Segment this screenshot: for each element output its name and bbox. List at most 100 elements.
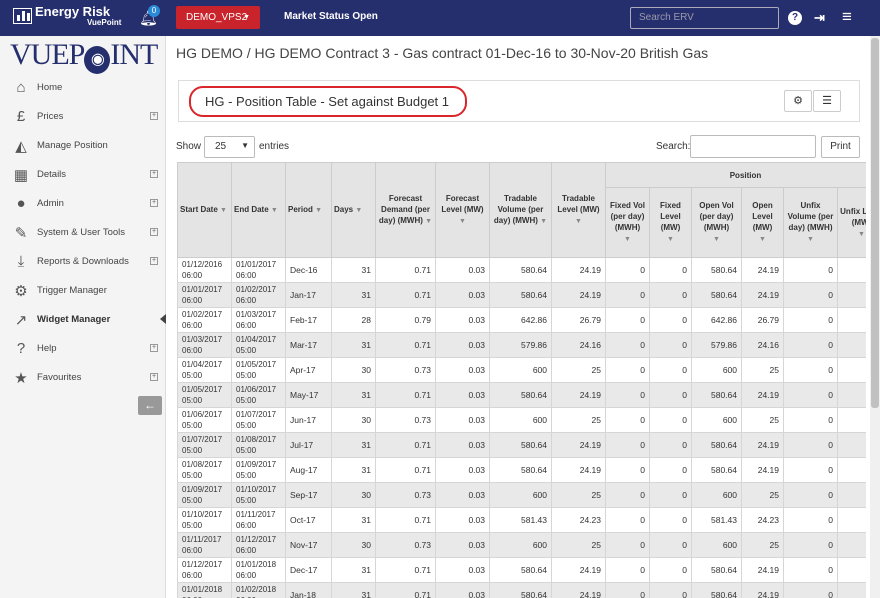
settings-button[interactable]: ⚙ [784,90,812,112]
table-cell: 0.73 [375,357,436,383]
table-row[interactable]: 01/06/2017 05:00 01/07/2017 05:00 Jun-17 30… [177,407,866,433]
filter-icon[interactable]: ▼ [858,231,865,238]
table-cell: 0 [837,407,866,433]
sidebar-item-label: Trigger Manager [37,285,107,296]
scrollbar-thumb[interactable] [871,38,879,408]
table-cell: 0.03 [435,557,490,583]
filter-icon[interactable]: ▼ [624,236,631,243]
table-row[interactable]: 01/07/2017 05:00 01/08/2017 05:00 Jul-17 31… [177,432,866,458]
table-row[interactable]: 01/12/2017 06:00 01/01/2018 06:00 Dec-17 31… [177,557,866,583]
table-cell: 580.64 [489,282,552,308]
sidebar-item-label: Widget Manager [37,314,111,325]
table-cell: 01/10/2017 05:00 [231,482,286,508]
column-header[interactable]: Days ▼ [331,162,376,258]
sidebar-item-system-user-tools[interactable]: ✎ System & User Tools + [0,218,166,247]
column-header[interactable]: Forecast Demand (per day) (MWH) ▼ [375,162,436,258]
filter-icon[interactable]: ▼ [315,207,322,214]
filter-icon[interactable]: ▼ [807,236,814,243]
sidebar-item-trigger-manager[interactable]: ⚙ Trigger Manager [0,276,166,305]
market-status: Market Status Open [284,11,378,22]
sidebar-item-favourites[interactable]: ★ Favourites + [0,363,166,392]
top-navbar: Energy Risk VuePoint 🔔︎ 0 DEMO_VPS2 ▼ Mark… [0,0,880,36]
bell-icon[interactable]: 🔔︎ 0 [139,5,160,27]
column-header[interactable]: Fixed Level (MW) ▼ [649,187,692,258]
filter-icon[interactable]: ▼ [271,207,278,214]
table-row[interactable]: 01/08/2017 05:00 01/09/2017 05:00 Aug-17 31… [177,457,866,483]
table-row[interactable]: 01/04/2017 05:00 01/05/2017 05:00 Apr-17 30… [177,357,866,383]
logout-icon[interactable]: ⇥ [814,10,825,26]
page-size-select[interactable]: 25 ▼ [204,136,255,158]
table-cell: 0 [837,582,866,598]
column-header[interactable]: End Date ▼ [231,162,286,258]
column-header[interactable]: Unfix Volume (per day) (MWH) ▼ [783,187,838,258]
table-cell: 579.86 [489,332,552,358]
sidebar-item-help[interactable]: ? Help + [0,334,166,363]
filter-icon[interactable]: ▼ [667,236,674,243]
column-header[interactable]: Tradable Volume (per day) (MWH) ▼ [489,162,552,258]
table-cell: 01/04/2017 05:00 [177,357,232,383]
table-row[interactable]: 01/03/2017 06:00 01/04/2017 05:00 Mar-17 31… [177,332,866,358]
sidebar-item-widget-manager[interactable]: ↗ Widget Manager [0,305,166,334]
vertical-scrollbar[interactable] [870,36,880,598]
table-cell: 01/06/2017 05:00 [231,382,286,408]
sidebar-item-manage-position[interactable]: ◭ Manage Position [0,131,166,160]
table-cell: 600 [489,532,552,558]
table-search-input[interactable] [690,135,816,158]
table-cell: Feb-17 [285,307,332,333]
list-view-button[interactable]: ☰ [813,90,841,112]
sidebar-item-admin[interactable]: ● Admin + [0,189,166,218]
table-row[interactable]: 01/12/2016 06:00 01/01/2017 06:00 Dec-16 31… [177,257,866,283]
table-row[interactable]: 01/10/2017 05:00 01/11/2017 06:00 Oct-17 31… [177,507,866,533]
filter-icon[interactable]: ▼ [425,218,432,225]
column-header[interactable]: Tradable Level (MW) ▼ [551,162,606,258]
expand-icon[interactable]: + [150,199,158,207]
question-icon: ? [16,340,26,357]
filter-icon[interactable]: ▼ [220,207,227,214]
column-header[interactable]: Period ▼ [285,162,332,258]
expand-icon[interactable]: + [150,344,158,352]
sidebar-item-prices[interactable]: £ Prices + [0,102,166,131]
column-header[interactable]: Start Date ▼ [177,162,232,258]
filter-icon[interactable]: ▼ [540,218,547,225]
filter-icon[interactable]: ▼ [355,207,362,214]
table-row[interactable]: 01/02/2017 06:00 01/03/2017 06:00 Feb-17 28… [177,307,866,333]
table-row[interactable]: 01/09/2017 05:00 01/10/2017 05:00 Sep-17 30… [177,482,866,508]
table-cell: 0.71 [375,457,436,483]
table-row[interactable]: 01/05/2017 05:00 01/06/2017 05:00 May-17 31… [177,382,866,408]
vuepoint-logo: VUEP ◉ INT [10,38,158,74]
table-cell: 31 [331,332,376,358]
table-cell: 0 [837,457,866,483]
expand-icon[interactable]: + [150,228,158,236]
column-header[interactable]: Open Vol (per day) (MWH) ▼ [691,187,742,258]
table-cell: 01/11/2017 06:00 [231,507,286,533]
expand-icon[interactable]: + [150,373,158,381]
environment-dropdown[interactable]: DEMO_VPS2 ▼ [176,6,260,29]
filter-icon[interactable]: ▼ [759,236,766,243]
menu-icon[interactable]: ≡ [842,7,852,27]
table-row[interactable]: 01/11/2017 06:00 01/12/2017 06:00 Nov-17 30… [177,532,866,558]
table-cell: 0 [649,332,692,358]
expand-icon[interactable]: + [150,112,158,120]
search-erv-input[interactable]: Search ERV [630,7,779,29]
filter-icon[interactable]: ▼ [459,218,466,225]
table-row[interactable]: 01/01/2017 06:00 01/02/2017 06:00 Jan-17 31… [177,282,866,308]
help-icon[interactable]: ? [788,11,802,25]
column-header[interactable]: Unfix Level (MW) ▼ [837,187,866,258]
expand-icon[interactable]: + [150,170,158,178]
table-cell: 0.71 [375,282,436,308]
filter-icon[interactable]: ▼ [575,218,582,225]
table-cell: 31 [331,507,376,533]
column-header[interactable]: Forecast Level (MW) ▼ [435,162,490,258]
column-header[interactable]: Open Level (MW) ▼ [741,187,784,258]
filter-icon[interactable]: ▼ [713,236,720,243]
column-header[interactable]: Fixed Vol (per day) (MWH) ▼ [605,187,650,258]
collapse-arrow-icon[interactable] [160,314,166,324]
table-row[interactable]: 01/01/2018 06:0001/02/2018 06:00Jan-1831… [177,582,866,598]
table-cell: 24.19 [741,432,784,458]
back-button[interactable]: ← [138,396,162,415]
sidebar-item-home[interactable]: ⌂ Home [0,73,166,102]
expand-icon[interactable]: + [150,257,158,265]
print-button[interactable]: Print [821,136,860,158]
sidebar-item-reports-downloads[interactable]: ⤓ Reports & Downloads + [0,247,166,276]
sidebar-item-details[interactable]: ▦ Details + [0,160,166,189]
